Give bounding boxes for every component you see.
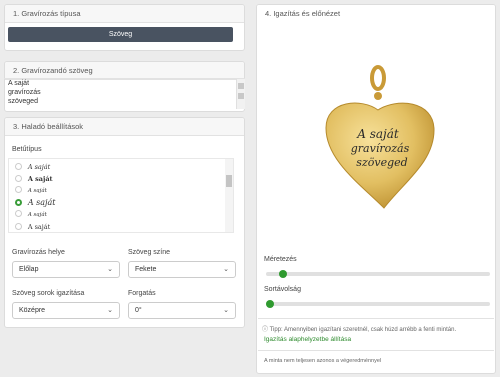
tip-text: ⓘ Tipp: Amennyiben igazítani szeretnél, … bbox=[262, 327, 457, 333]
alignment-select[interactable]: Középre ⌄ bbox=[12, 302, 120, 319]
card-title: 1. Gravírozás típusa bbox=[5, 5, 244, 23]
divider bbox=[258, 350, 494, 351]
engraving-line: gravírozás bbox=[351, 142, 410, 155]
chevron-down-icon: ⌄ bbox=[223, 266, 229, 273]
engraving-line: A saját bbox=[356, 127, 399, 141]
size-slider-track[interactable] bbox=[266, 272, 490, 276]
font-list-scrollbar[interactable] bbox=[225, 159, 233, 232]
font-option[interactable]: A saját bbox=[9, 185, 223, 197]
placement-select[interactable]: Előlap ⌄ bbox=[12, 261, 120, 278]
pendant-preview[interactable]: A saját gravírozás szöveged bbox=[256, 44, 496, 244]
text-type-button[interactable]: Szöveg bbox=[8, 27, 233, 42]
radio-icon bbox=[15, 186, 22, 193]
engraving-line: szöveged bbox=[356, 156, 407, 169]
placement-label: Gravírozás helye bbox=[12, 249, 65, 256]
rotation-label: Forgatás bbox=[128, 290, 156, 297]
card-title: 3. Haladó beállítások bbox=[5, 118, 244, 136]
font-option[interactable]: A saját bbox=[9, 161, 223, 173]
text-color-label: Szöveg színe bbox=[128, 249, 171, 256]
font-option[interactable]: A saját bbox=[9, 209, 223, 221]
chevron-down-icon: ⌄ bbox=[223, 307, 229, 314]
font-option[interactable]: A saját bbox=[9, 173, 223, 185]
text-line: A saját bbox=[8, 80, 30, 87]
scrollbar-thumb[interactable] bbox=[226, 175, 232, 187]
text-color-select[interactable]: Fekete ⌄ bbox=[128, 261, 236, 278]
heart-pendant-image: A saját gravírozás szöveged bbox=[325, 65, 435, 209]
chevron-down-icon: ⌄ bbox=[107, 266, 113, 273]
alignment-label: Szöveg sorok igazítása bbox=[12, 290, 85, 297]
spacing-label: Sortávolság bbox=[264, 286, 301, 293]
radio-selected-icon bbox=[15, 199, 22, 206]
radio-icon bbox=[15, 163, 22, 170]
spacing-slider-knob[interactable] bbox=[266, 300, 274, 308]
radio-icon bbox=[15, 175, 22, 182]
reset-alignment-link[interactable]: Igazítás alaphelyzetbe állítása bbox=[264, 336, 351, 343]
textarea-scrollbar[interactable] bbox=[236, 79, 245, 109]
disclaimer-text: A minta nem teljesen azonos a végeredmén… bbox=[264, 358, 382, 364]
scroll-up-icon[interactable] bbox=[238, 83, 244, 89]
size-slider-knob[interactable] bbox=[278, 270, 287, 278]
chevron-down-icon: ⌄ bbox=[107, 307, 113, 314]
spacing-slider-track[interactable] bbox=[266, 302, 490, 306]
engraving-text-input[interactable]: A saját gravírozás szöveged bbox=[4, 78, 245, 109]
card-title: 4. Igazítás és előnézet bbox=[257, 5, 495, 23]
info-icon: ⓘ bbox=[262, 327, 270, 333]
rotation-select[interactable]: 0° ⌄ bbox=[128, 302, 236, 319]
font-label: Betűtípus bbox=[12, 146, 42, 153]
engraving-configurator: 1. Gravírozás típusa Szöveg 2. Gravíroza… bbox=[0, 0, 500, 377]
font-list: A saját A saját A saját A saját A saját … bbox=[8, 158, 234, 233]
pendant-bail bbox=[370, 65, 386, 91]
text-line: gravírozás bbox=[8, 89, 41, 96]
font-option[interactable]: A saját bbox=[9, 221, 223, 233]
radio-icon bbox=[15, 223, 22, 230]
scroll-down-icon[interactable] bbox=[238, 93, 244, 99]
text-line: szöveged bbox=[8, 98, 38, 105]
radio-icon bbox=[15, 210, 22, 217]
divider bbox=[258, 318, 494, 319]
font-option-selected[interactable]: A saját bbox=[9, 197, 223, 209]
size-label: Méretezés bbox=[264, 256, 297, 263]
